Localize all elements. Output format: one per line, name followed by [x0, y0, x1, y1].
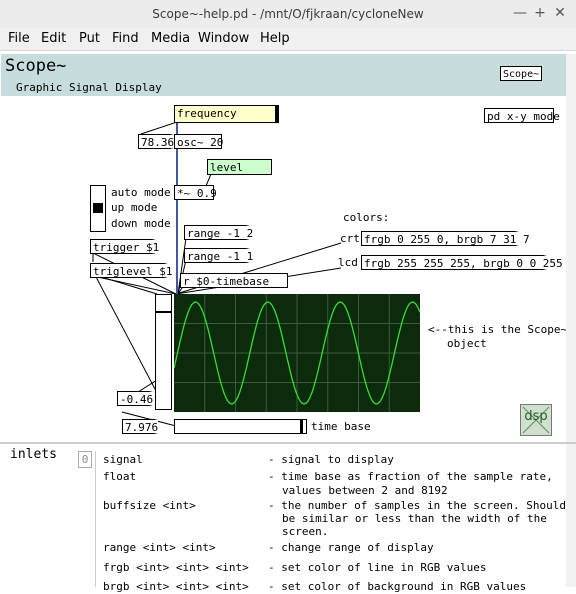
trigger-level-slider[interactable]: [155, 294, 172, 410]
trigger-message[interactable]: trigger $1: [90, 239, 159, 254]
timebase-number[interactable]: 7.976: [122, 419, 158, 434]
inlet-desc: - set color of line in RGB values: [268, 561, 487, 574]
receive-timebase-object[interactable]: r $0-timebase: [180, 273, 288, 288]
colors-label: colors:: [343, 211, 390, 224]
lcd-color-message[interactable]: frgb 255 255 255, brgb 0 0 255: [361, 255, 563, 270]
range-message-1[interactable]: range -1 2: [184, 225, 253, 240]
mode-radio-selected: [93, 203, 103, 213]
frequency-number-box[interactable]: 78.36: [138, 134, 174, 149]
inlet-name: signal: [103, 453, 143, 466]
inlets-heading: inlets: [10, 447, 57, 462]
inlet-name: range <int> <int>: [103, 541, 216, 554]
up-mode-label: up mode: [111, 201, 158, 214]
lcd-label: lcd: [338, 256, 358, 269]
inlet-index: 0: [78, 451, 92, 468]
inlet-desc: - signal to display: [268, 453, 394, 466]
multiply-object[interactable]: *~ 0.9: [174, 185, 217, 200]
triglevel-message[interactable]: triglevel $1: [90, 263, 172, 278]
inlet-name: buffsize <int>: [103, 499, 196, 512]
slider-knob[interactable]: [156, 310, 171, 313]
pd-xy-mode-subpatch[interactable]: pd x-y mode: [484, 108, 560, 123]
level-slider[interactable]: level: [207, 159, 272, 175]
inlet-desc: - time base as fraction of the sample ra…: [268, 470, 553, 483]
dsp-label: dsp: [524, 409, 548, 424]
scrollbar-main[interactable]: [566, 54, 576, 442]
scope-display[interactable]: [173, 294, 421, 412]
mode-radio[interactable]: [90, 185, 106, 232]
scope-note-line1: <--this is the Scope~: [428, 323, 568, 336]
down-mode-label: down mode: [111, 217, 171, 230]
inlet-desc-cont: values between 2 and 8192: [282, 484, 448, 497]
timebase-label: time base: [311, 420, 371, 433]
osc-object[interactable]: osc~ 20: [174, 134, 223, 149]
inlet-desc-cont: screen.: [282, 525, 329, 538]
scope-note-line2: object: [447, 337, 487, 350]
inlet-name: frgb <int> <int> <int>: [103, 561, 249, 574]
scope-waveform: [173, 294, 421, 412]
inlet-desc-cont: be similar or less than the width of the: [282, 512, 547, 525]
inlet-desc: - change range of display: [268, 541, 434, 554]
auto-mode-label: auto mode: [111, 186, 171, 199]
slider-value-number[interactable]: -0.46: [117, 391, 153, 406]
dsp-toggle[interactable]: dsp: [520, 404, 552, 436]
inlets-divider: [95, 451, 96, 587]
frequency-slider[interactable]: frequency: [174, 105, 279, 123]
crt-label: crt: [340, 232, 360, 245]
inlet-desc: - the number of samples in the screen. S…: [268, 499, 567, 512]
crt-color-message[interactable]: frgb 0 255 0, brgb 7 31 7: [361, 231, 530, 246]
scrollbar-inlets[interactable]: [566, 444, 576, 587]
inlet-name: float: [103, 470, 137, 483]
inlet-name: brgb <int> <int> <int>: [103, 580, 249, 593]
inlet-desc: - set color of background in RGB values: [268, 580, 527, 593]
timebase-slider-knob[interactable]: [300, 420, 304, 433]
range-message-2[interactable]: range -1 1: [184, 248, 253, 263]
timebase-slider[interactable]: [174, 419, 307, 434]
